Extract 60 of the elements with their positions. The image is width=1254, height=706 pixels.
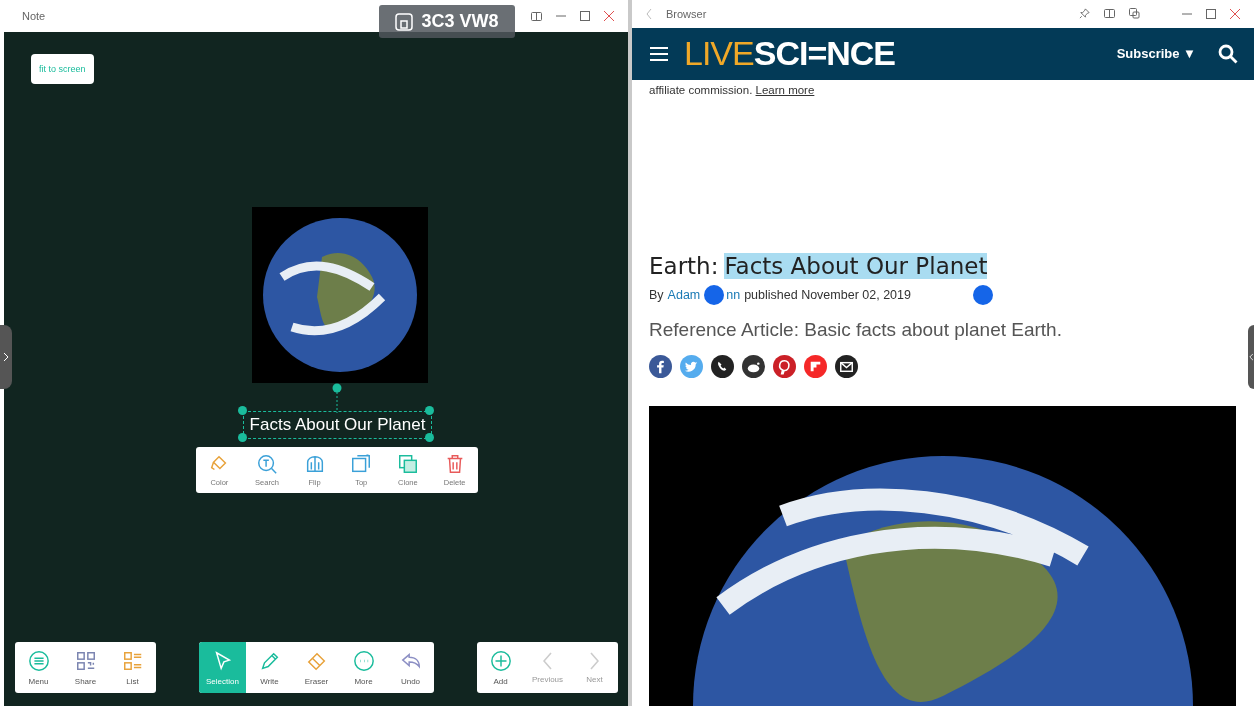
more-icon (352, 649, 375, 672)
photo-placeholder[interactable] (252, 207, 428, 383)
resize-handle[interactable] (425, 406, 434, 415)
article-summary: Reference Article: Basic facts about planet Earth. (649, 319, 1063, 341)
resize-handle[interactable] (425, 433, 434, 442)
close-icon[interactable] (1230, 8, 1240, 19)
maximize-icon[interactable] (580, 11, 590, 21)
resize-handle[interactable] (238, 406, 247, 415)
next-icon (590, 651, 599, 670)
byline-text: By (649, 288, 664, 302)
split-view-icon[interactable] (1104, 9, 1115, 19)
toolbar-button[interactable]: Write (246, 642, 293, 693)
window-title: Browser (666, 7, 707, 20)
toolbar-button[interactable]: Undo (387, 642, 434, 693)
pin-icon[interactable] (1079, 8, 1090, 20)
learn-more-link[interactable]: Learn more (755, 84, 815, 96)
toolbar-button[interactable]: More (340, 642, 387, 693)
menu-icon (27, 649, 50, 672)
clone-icon (396, 453, 419, 475)
rotate-handle-icon[interactable] (332, 383, 342, 413)
toolbar-button[interactable]: Eraser (293, 642, 340, 693)
author-link[interactable]: nn (726, 288, 741, 302)
site-logo[interactable]: LIVESCI=NCE (684, 34, 896, 74)
toolbar-button[interactable]: List (109, 642, 156, 693)
subscribe-button[interactable]: Subscribe ▼ (1110, 45, 1202, 63)
cast-code: 3C3 VW8 (421, 11, 499, 32)
toolbar-button[interactable]: Share (62, 642, 109, 693)
pinterest-icon[interactable] (773, 355, 796, 378)
flipboard-icon[interactable] (804, 355, 827, 378)
selection-handle[interactable] (972, 285, 993, 305)
cast-icon (395, 12, 414, 31)
close-icon[interactable] (604, 11, 614, 21)
previous-icon (543, 651, 552, 670)
maximize-icon[interactable] (1206, 8, 1216, 19)
list-icon (121, 649, 144, 672)
top-icon (350, 453, 373, 475)
window-icon[interactable] (1129, 8, 1140, 20)
whatsapp-icon[interactable] (711, 355, 734, 378)
search-icon (255, 453, 278, 475)
resize-handle[interactable] (238, 433, 247, 442)
email-icon[interactable] (835, 355, 858, 378)
window-title: Note (22, 10, 46, 22)
selection-handle[interactable] (704, 285, 725, 305)
menu-icon[interactable] (650, 46, 668, 61)
author-link[interactable]: Adam (667, 288, 701, 302)
reddit-icon[interactable] (742, 355, 765, 378)
split-view-icon[interactable] (531, 11, 542, 21)
add-icon (489, 649, 512, 672)
side-panel-handle[interactable] (0, 325, 12, 389)
published-date: published November 02, 2019 (744, 288, 911, 302)
headline-text: Earth: (649, 253, 719, 279)
chevron-right-icon (3, 353, 9, 361)
side-panel-handle[interactable] (1248, 325, 1254, 389)
toolbar-button[interactable]: Menu (15, 642, 62, 693)
headline-text: Facts About Our Planet (724, 253, 988, 279)
facebook-icon[interactable] (649, 355, 672, 378)
share-icon (74, 649, 97, 672)
search-icon[interactable] (1218, 43, 1238, 64)
toolbar-button[interactable]: Add (477, 642, 524, 693)
disclaimer-text: affiliate commission. Learn more (649, 84, 816, 96)
